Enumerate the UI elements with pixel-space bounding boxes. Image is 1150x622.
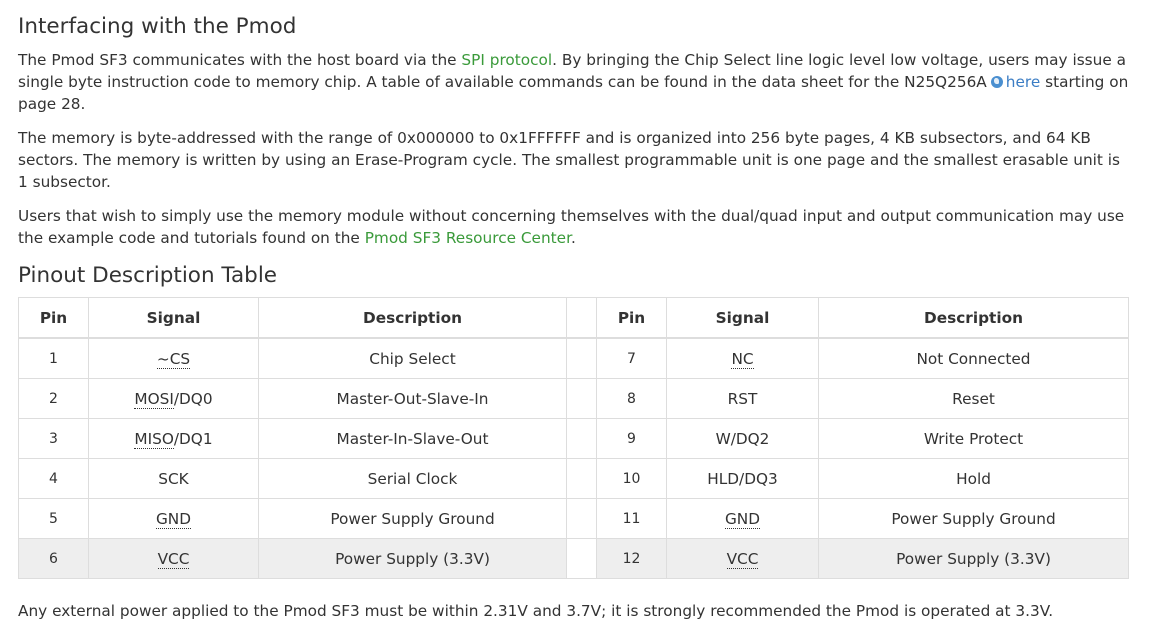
signal-text: SCK	[158, 469, 189, 488]
table-row: 6 VCC Power Supply (3.3V) 12 VCC Power Supply…	[18, 538, 1129, 579]
description-cell: Power Supply (3.3V)	[818, 538, 1129, 579]
signal-cell: NC	[666, 337, 819, 379]
section-title: Interfacing with the Pmod	[18, 14, 297, 39]
table-gap	[566, 378, 597, 419]
description-cell: Chip Select	[258, 337, 567, 379]
pin-cell: 8	[596, 378, 667, 419]
pin-cell: 6	[18, 538, 89, 579]
table-title: Pinout Description Table	[18, 263, 278, 288]
description-cell: Master-In-Slave-Out	[258, 418, 567, 459]
description-cell: Hold	[818, 458, 1129, 499]
table-row: 3 MISO/DQ1 Master-In-Slave-Out 9 W/DQ2 Write …	[18, 418, 1129, 459]
content-page: Interfacing with the Pmod The Pmod SF3 c…	[0, 0, 1150, 622]
table-gap	[566, 538, 597, 579]
intro-paragraph: The Pmod SF3 communicates with the host …	[18, 49, 1132, 115]
header-signal-2: Signal	[666, 297, 819, 339]
memory-paragraph: The memory is byte-addressed with the ra…	[18, 129, 1120, 191]
signal-cell: MOSI/DQ0	[88, 378, 259, 419]
signal-abbr[interactable]: GND	[724, 509, 761, 529]
pin-cell: 10	[596, 458, 667, 499]
pin-cell: 1	[18, 337, 89, 379]
header-signal: Signal	[88, 297, 259, 339]
pin-cell: 4	[18, 458, 89, 499]
power-note: Any external power applied to the Pmod S…	[18, 602, 1054, 620]
pin-cell: 2	[18, 378, 89, 419]
signal-abbr[interactable]: VCC	[157, 549, 190, 569]
signal-cell: SCK	[88, 458, 259, 499]
description-cell: Reset	[818, 378, 1129, 419]
table-gap	[566, 498, 597, 539]
signal-text: /DQ0	[173, 389, 213, 408]
signal-text: W/DQ2	[715, 429, 770, 448]
header-pin: Pin	[18, 297, 89, 339]
pin-cell: 3	[18, 418, 89, 459]
globe-icon	[990, 76, 1003, 88]
pin-cell: 12	[596, 538, 667, 579]
signal-abbr[interactable]: MOSI	[134, 389, 174, 409]
signal-cell: RST	[666, 378, 819, 419]
resource-text-2: .	[570, 229, 576, 247]
signal-text: RST	[727, 389, 758, 408]
header-description-2: Description	[818, 297, 1129, 339]
description-cell: Serial Clock	[258, 458, 567, 499]
header-pin-2: Pin	[596, 297, 667, 339]
signal-text: HLD/DQ3	[707, 469, 778, 488]
signal-cell: VCC	[88, 538, 259, 579]
table-gap	[566, 418, 597, 459]
signal-cell: HLD/DQ3	[666, 458, 819, 499]
signal-cell: MISO/DQ1	[88, 418, 259, 459]
resource-center-link[interactable]: Pmod SF3 Resource Center	[365, 229, 571, 247]
pin-cell: 7	[596, 337, 667, 379]
description-cell: Master-Out-Slave-In	[258, 378, 567, 419]
description-cell: Power Supply (3.3V)	[258, 538, 567, 579]
header-description: Description	[258, 297, 567, 339]
signal-abbr[interactable]: VCC	[726, 549, 759, 569]
pin-cell: 11	[596, 498, 667, 539]
datasheet-here-link[interactable]: here	[1006, 73, 1040, 91]
signal-abbr[interactable]: GND	[155, 509, 192, 529]
signal-cell: GND	[666, 498, 819, 539]
table-gap	[566, 458, 597, 499]
table-row: 1 ~CS Chip Select 7 NC Not Connected	[18, 337, 1129, 379]
signal-abbr[interactable]: MISO	[134, 429, 174, 449]
description-cell: Write Protect	[818, 418, 1129, 459]
table-header-row: Pin Signal Description Pin Signal Descri…	[18, 297, 1129, 339]
pin-cell: 5	[18, 498, 89, 539]
signal-cell: VCC	[666, 538, 819, 579]
signal-abbr[interactable]: ~CS	[156, 349, 191, 369]
pin-cell: 9	[596, 418, 667, 459]
signal-cell: W/DQ2	[666, 418, 819, 459]
spi-protocol-link[interactable]: SPI protocol	[461, 51, 552, 69]
table-row: 2 MOSI/DQ0 Master-Out-Slave-In 8 RST Reset	[18, 378, 1129, 419]
description-cell: Power Supply Ground	[258, 498, 567, 539]
intro-text-1: The Pmod SF3 communicates with the host …	[18, 51, 462, 69]
table-gap	[566, 297, 597, 339]
table-row: 5 GND Power Supply Ground 11 GND Power Supply…	[18, 498, 1129, 539]
signal-abbr[interactable]: NC	[731, 349, 754, 369]
signal-text: /DQ1	[173, 429, 213, 448]
table-gap	[566, 337, 597, 379]
description-cell: Not Connected	[818, 337, 1129, 379]
description-cell: Power Supply Ground	[818, 498, 1129, 539]
signal-cell: GND	[88, 498, 259, 539]
signal-cell: ~CS	[88, 337, 259, 379]
resource-paragraph: Users that wish to simply use the memory…	[18, 205, 1132, 249]
pinout-table: Pin Signal Description Pin Signal Descri…	[18, 297, 1129, 579]
table-row: 4 SCK Serial Clock 10 HLD/DQ3 Hold	[18, 458, 1129, 499]
